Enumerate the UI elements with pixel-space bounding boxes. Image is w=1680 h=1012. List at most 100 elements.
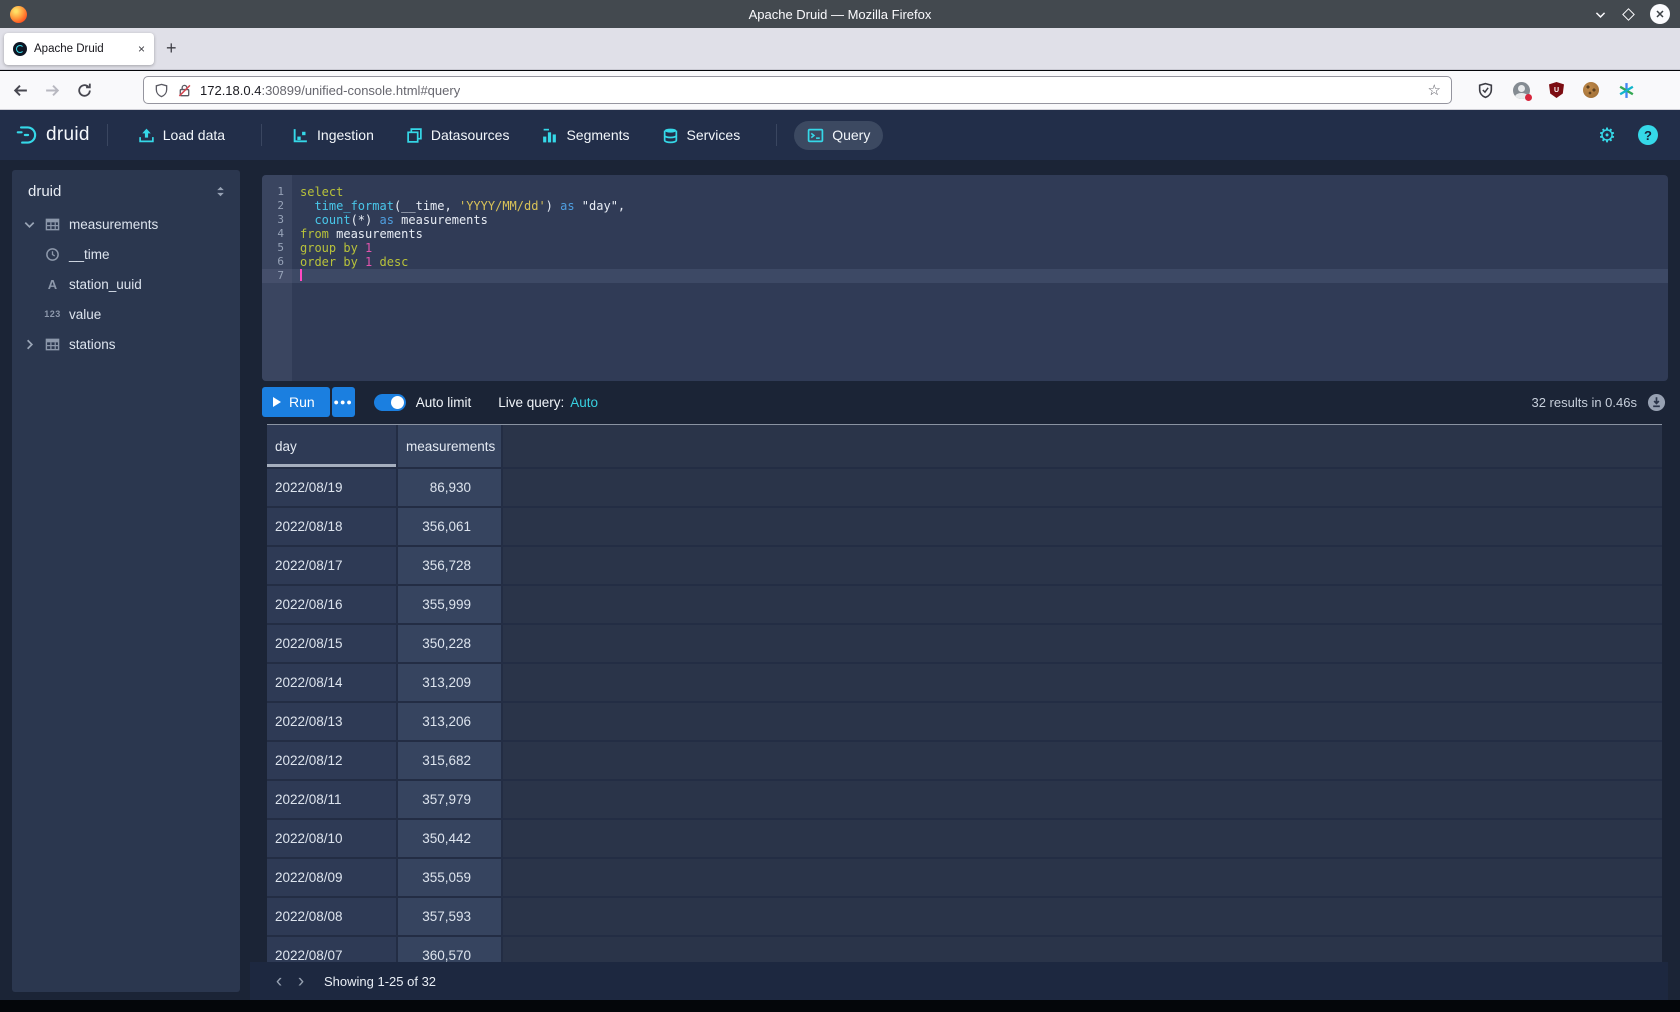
- cell-measurements[interactable]: 355,059: [398, 859, 503, 896]
- double-caret-icon[interactable]: [213, 184, 228, 199]
- cell-measurements[interactable]: 86,930: [398, 469, 503, 506]
- nav-item-ingestion[interactable]: Ingestion: [279, 121, 387, 150]
- tracking-shield-icon[interactable]: [154, 83, 169, 98]
- run-bar: Run ●●● Auto limit Live query: Auto 32 r…: [262, 386, 1668, 418]
- cookie-extension-icon[interactable]: [1583, 82, 1599, 98]
- column-row-value[interactable]: 123value: [12, 299, 240, 329]
- screen: Apache Druid — Mozilla Firefox ✕ Apache …: [0, 0, 1680, 1012]
- brand-name: druid: [46, 124, 90, 146]
- auto-limit-label[interactable]: Auto limit: [416, 395, 472, 410]
- table-row-measurements[interactable]: measurements: [12, 209, 240, 239]
- page-prev-icon[interactable]: ‹: [268, 972, 290, 991]
- column-header-day[interactable]: day: [267, 425, 398, 467]
- nav-item-datasources[interactable]: Datasources: [393, 121, 523, 150]
- forward-icon[interactable]: [44, 82, 61, 99]
- cell-day[interactable]: 2022/08/08: [267, 898, 398, 935]
- nav-divider: [776, 124, 777, 146]
- window-minimize-icon[interactable]: [1594, 8, 1607, 21]
- column-row-station_uuid[interactable]: Astation_uuid: [12, 269, 240, 299]
- window-title: Apache Druid — Mozilla Firefox: [0, 7, 1680, 22]
- nav-item-services[interactable]: Services: [649, 121, 754, 150]
- nav-item-load-data[interactable]: Load data: [125, 121, 238, 150]
- window-titlebar[interactable]: Apache Druid — Mozilla Firefox ✕: [0, 0, 1680, 28]
- cell-day[interactable]: 2022/08/16: [267, 586, 398, 623]
- sql-editor[interactable]: 1234567 select time_format(__time, 'YYYY…: [262, 175, 1668, 381]
- cell-measurements[interactable]: 350,442: [398, 820, 503, 857]
- druid-logo[interactable]: druid: [14, 122, 90, 148]
- colorful-asterisk-icon[interactable]: [1618, 82, 1635, 99]
- schema-panel: druid measurements__timeAstation_uuid123…: [12, 170, 240, 992]
- cell-measurements[interactable]: 360,570: [398, 937, 503, 962]
- account-avatar-icon[interactable]: [1513, 82, 1530, 99]
- code-line: from measurements: [292, 227, 1668, 241]
- cell-measurements[interactable]: 357,593: [398, 898, 503, 935]
- play-icon: [273, 397, 281, 407]
- column-header-measurements[interactable]: measurements: [398, 425, 503, 467]
- window-maximize-icon[interactable]: [1622, 8, 1635, 21]
- cell-measurements[interactable]: 357,979: [398, 781, 503, 818]
- cell-measurements[interactable]: 313,209: [398, 664, 503, 701]
- schema-title: druid: [28, 183, 213, 200]
- query-pane: 1234567 select time_format(__time, 'YYYY…: [250, 160, 1668, 1000]
- reload-icon[interactable]: [76, 82, 93, 99]
- code-line: count(*) as measurements: [292, 213, 1668, 227]
- nav-items: Load data Ingestion Datasources Segments Ser…: [125, 121, 890, 150]
- cell-day[interactable]: 2022/08/10: [267, 820, 398, 857]
- code-line: time_format(__time, 'YYYY/MM/dd') as "da…: [292, 199, 1668, 213]
- new-tab-button[interactable]: +: [166, 38, 177, 59]
- cell-day[interactable]: 2022/08/18: [267, 508, 398, 545]
- cell-day[interactable]: 2022/08/09: [267, 859, 398, 896]
- string-type-icon: A: [44, 276, 61, 292]
- nav-item-query[interactable]: Query: [794, 121, 883, 150]
- cell-measurements[interactable]: 356,061: [398, 508, 503, 545]
- cell-day[interactable]: 2022/08/07: [267, 937, 398, 962]
- cell-day[interactable]: 2022/08/19: [267, 469, 398, 506]
- page-next-icon[interactable]: ›: [290, 972, 312, 991]
- bookmark-star-icon[interactable]: ☆: [1428, 81, 1441, 99]
- ublock-icon[interactable]: U: [1549, 82, 1564, 98]
- cell-day[interactable]: 2022/08/11: [267, 781, 398, 818]
- table-row: 2022/08/11357,979: [267, 781, 1662, 820]
- cell-measurements[interactable]: 356,728: [398, 547, 503, 584]
- privacy-shield-icon[interactable]: [1477, 82, 1494, 99]
- cell-day[interactable]: 2022/08/17: [267, 547, 398, 584]
- table-row-stations[interactable]: stations: [12, 329, 240, 359]
- cell-day[interactable]: 2022/08/12: [267, 742, 398, 779]
- help-icon[interactable]: ?: [1638, 125, 1658, 145]
- run-button[interactable]: Run: [262, 387, 330, 417]
- cell-day[interactable]: 2022/08/15: [267, 625, 398, 662]
- settings-gear-icon[interactable]: ⚙: [1598, 125, 1616, 145]
- back-icon[interactable]: [12, 82, 29, 99]
- cell-measurements[interactable]: 355,999: [398, 586, 503, 623]
- column-name: station_uuid: [69, 277, 142, 292]
- editor-code[interactable]: select time_format(__time, 'YYYY/MM/dd')…: [292, 175, 1668, 381]
- live-query-value[interactable]: Auto: [570, 395, 598, 410]
- cell-measurements[interactable]: 313,206: [398, 703, 503, 740]
- cell-measurements[interactable]: 315,682: [398, 742, 503, 779]
- cell-day[interactable]: 2022/08/14: [267, 664, 398, 701]
- table-row: 2022/08/15350,228: [267, 625, 1662, 664]
- nav-item-label: Datasources: [431, 127, 510, 143]
- window-close-icon[interactable]: ✕: [1650, 4, 1670, 24]
- cell-day[interactable]: 2022/08/13: [267, 703, 398, 740]
- tab-close-icon[interactable]: ×: [138, 42, 145, 56]
- nav-item-label: Segments: [566, 127, 629, 143]
- download-circle-icon[interactable]: [1647, 393, 1666, 412]
- cell-measurements[interactable]: 350,228: [398, 625, 503, 662]
- url-bar[interactable]: 172.18.0.4:30899/unified-console.html#qu…: [143, 76, 1452, 104]
- chevron-down-icon[interactable]: [22, 217, 37, 232]
- menu-hamburger-icon[interactable]: [1654, 85, 1668, 96]
- auto-limit-toggle[interactable]: [374, 394, 406, 411]
- insecure-lock-icon[interactable]: [177, 83, 192, 98]
- table-row: 2022/08/14313,209: [267, 664, 1662, 703]
- time-type-icon: [44, 246, 61, 262]
- browser-tab[interactable]: Apache Druid ×: [4, 33, 154, 65]
- nav-item-segments[interactable]: Segments: [528, 121, 642, 150]
- column-row-__time[interactable]: __time: [12, 239, 240, 269]
- run-more-button[interactable]: ●●●: [332, 387, 355, 417]
- chevron-right-icon[interactable]: [22, 337, 37, 352]
- load-data-icon: [138, 127, 155, 144]
- table-row: 2022/08/17356,728: [267, 547, 1662, 586]
- table-row: 2022/08/13313,206: [267, 703, 1662, 742]
- run-button-label: Run: [289, 394, 315, 410]
